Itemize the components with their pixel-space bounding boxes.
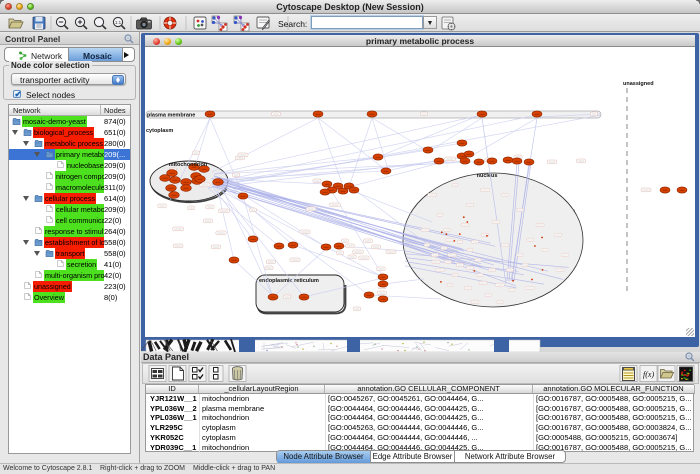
svg-text:1:1: 1:1: [115, 20, 122, 25]
svg-text:f(x): f(x): [643, 370, 654, 379]
svg-text:unassigned: unassigned: [623, 81, 654, 87]
svg-text:mitochondrion: mitochondrion: [169, 162, 208, 168]
svg-text:cytoplasm: cytoplasm: [146, 128, 173, 134]
svg-text:nucleus: nucleus: [477, 173, 498, 179]
svg-text:plasma membrane: plasma membrane: [147, 113, 195, 119]
